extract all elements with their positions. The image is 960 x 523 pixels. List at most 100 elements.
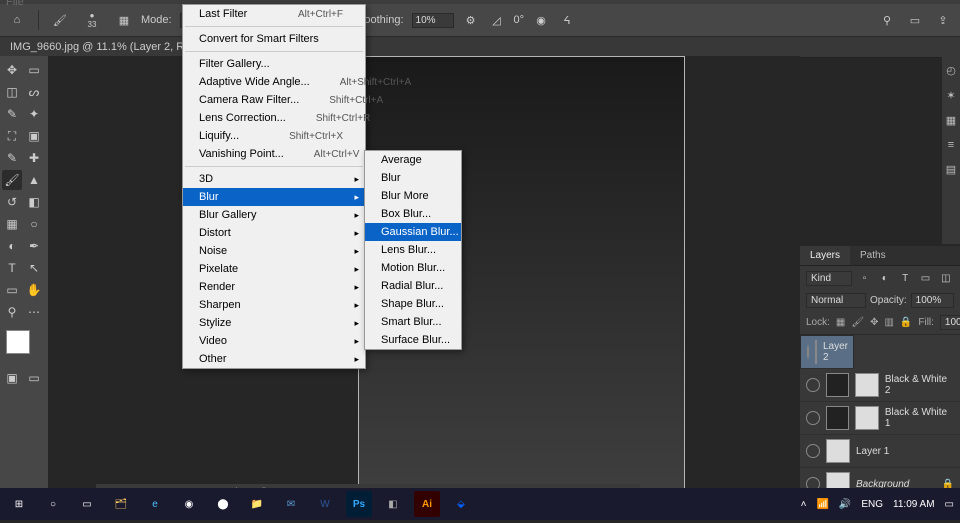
edge-icon[interactable]: e [142, 491, 168, 517]
crop-tool[interactable]: ⛶ [2, 126, 22, 146]
submenu-item[interactable]: Box Blur... [365, 205, 461, 223]
notif-icon[interactable]: ▭ [945, 499, 954, 510]
lock-pos-icon[interactable]: ✥ [870, 317, 878, 328]
workspace-icon[interactable]: ▭ [906, 11, 924, 29]
layer-name[interactable]: Black & White 2 [885, 374, 954, 396]
pressure-icon[interactable]: ◉ [532, 11, 550, 29]
menu-item-stylize[interactable]: Stylize▸ [183, 314, 365, 332]
symmetry-icon[interactable]: ᔦ [558, 11, 576, 29]
mask-thumb[interactable] [855, 406, 879, 430]
blur-tool[interactable]: ○ [24, 214, 44, 234]
lasso-tool[interactable]: ᔕ [24, 82, 44, 102]
menu-item[interactable]: Filter Gallery... [183, 55, 365, 73]
layer-name[interactable]: Layer 1 [856, 446, 889, 457]
foreground-swatch[interactable] [6, 330, 30, 354]
submenu-item[interactable]: Shape Blur... [365, 295, 461, 313]
search-icon[interactable]: ○ [40, 491, 66, 517]
gear-icon[interactable]: ⚙ [462, 11, 480, 29]
pen-tool[interactable]: ✒ [24, 236, 44, 256]
eraser-tool[interactable]: ◧ [24, 192, 44, 212]
kind-select[interactable]: Kind [806, 271, 852, 286]
lock-nest-icon[interactable]: ▥ [884, 317, 893, 328]
path-select-tool[interactable]: ↖ [24, 258, 44, 278]
menu-last-filter[interactable]: Last FilterAlt+Ctrl+F [183, 5, 365, 23]
angle-icon[interactable]: ◿ [488, 11, 506, 29]
share-icon[interactable]: ⇪ [934, 11, 952, 29]
dodge-tool[interactable]: ◐ [2, 236, 22, 256]
chrome-icon[interactable]: ◉ [176, 491, 202, 517]
swatches-icon[interactable]: ▦ [946, 114, 956, 127]
menu-item-sharpen[interactable]: Sharpen▸ [183, 296, 365, 314]
illustrator-icon[interactable]: Ai [414, 491, 440, 517]
lock-all-icon[interactable]: 🔒 [900, 317, 912, 328]
smoothing-input[interactable] [412, 13, 454, 28]
lang-indicator[interactable]: ENG [861, 499, 883, 510]
layer-thumb[interactable] [826, 373, 850, 397]
tray-chevron-icon[interactable]: ˄ [801, 499, 807, 510]
filter-pixel-icon[interactable]: ▫ [856, 269, 872, 287]
opacity-input[interactable]: 100% [911, 293, 954, 308]
panel-icon[interactable]: ✶ [946, 89, 955, 102]
filter-shape-icon[interactable]: ▭ [917, 269, 933, 287]
quick-select-tool[interactable]: ✎ [2, 104, 22, 124]
layer-name[interactable]: Layer 2 [823, 341, 848, 363]
wifi-icon[interactable]: 📶 [816, 499, 828, 510]
task-view-icon[interactable]: ▭ [74, 491, 100, 517]
word-icon[interactable]: W [312, 491, 338, 517]
mask-thumb[interactable] [855, 373, 879, 397]
lock-paint-icon[interactable]: 🖌 [851, 317, 864, 328]
collapsed-panels[interactable]: ◴ ✶ ▦ ≡ ▤ [942, 56, 960, 244]
menu-item-other[interactable]: Other▸ [183, 350, 365, 368]
submenu-item[interactable]: Blur [365, 169, 461, 187]
gradient-tool[interactable]: ▦ [2, 214, 22, 234]
fill-input[interactable]: 100% [940, 315, 960, 330]
brush-tool[interactable]: 🖌 [2, 170, 22, 190]
stamp-tool[interactable]: ▲ [24, 170, 44, 190]
clock[interactable]: 11:09 AM [893, 499, 935, 510]
mail-icon[interactable]: ✉ [278, 491, 304, 517]
layer-thumb[interactable] [826, 406, 850, 430]
layer-thumb[interactable] [826, 439, 850, 463]
tab-layers[interactable]: Layers [800, 246, 850, 265]
marquee-tool[interactable]: ◫ [2, 82, 22, 102]
menu-item-video[interactable]: Video▸ [183, 332, 365, 350]
healing-tool[interactable]: ✚ [24, 148, 44, 168]
submenu-item[interactable]: Blur More [365, 187, 461, 205]
filter-type-icon[interactable]: T [897, 269, 913, 287]
brush-preset[interactable]: ●33 [77, 11, 107, 29]
menu-item-render[interactable]: Render▸ [183, 278, 365, 296]
frame-tool[interactable]: ▣ [24, 126, 44, 146]
menu-file[interactable]: File [6, 0, 24, 8]
panel-icon[interactable]: ◴ [946, 64, 956, 77]
filter-menu[interactable]: Last FilterAlt+Ctrl+F Convert for Smart … [182, 4, 366, 369]
submenu-item[interactable]: Radial Blur... [365, 277, 461, 295]
tab-paths[interactable]: Paths [850, 246, 896, 265]
visibility-icon[interactable] [806, 444, 820, 458]
menu-item[interactable]: Adaptive Wide Angle...Alt+Shift+Ctrl+A [183, 73, 365, 91]
menu-item[interactable]: Vanishing Point...Alt+Ctrl+V [183, 145, 365, 163]
dropbox-icon[interactable]: ⬙ [448, 491, 474, 517]
submenu-item[interactable]: Motion Blur... [365, 259, 461, 277]
menu-item-3d[interactable]: 3D▸ [183, 170, 365, 188]
submenu-item[interactable]: Smart Blur... [365, 313, 461, 331]
visibility-icon[interactable] [806, 411, 820, 425]
app-icon[interactable]: ◧ [380, 491, 406, 517]
start-icon[interactable]: ⊞ [6, 491, 32, 517]
filter-adjust-icon[interactable]: ◐ [877, 269, 893, 287]
layer-row[interactable]: Black & White 1 [800, 402, 960, 435]
layer-row[interactable]: Layer 1 [800, 435, 960, 468]
menu-item-noise[interactable]: Noise▸ [183, 242, 365, 260]
menu-item[interactable]: Liquify...Shift+Ctrl+X [183, 127, 365, 145]
submenu-item[interactable]: Surface Blur... [365, 331, 461, 349]
quickmask-icon[interactable]: ▣ [2, 368, 22, 388]
artboard-tool[interactable]: ▭ [24, 60, 44, 80]
layer-row[interactable]: Layer 2 [800, 335, 854, 369]
photoshop-icon[interactable]: Ps [346, 491, 372, 517]
menu-item[interactable]: Lens Correction...Shift+Ctrl+R [183, 109, 365, 127]
rectangle-tool[interactable]: ▭ [2, 280, 22, 300]
panel-icon[interactable]: ≡ [948, 139, 954, 151]
layer-row[interactable]: Black & White 2 [800, 369, 960, 402]
hand-tool[interactable]: ✋ [24, 280, 44, 300]
document-tab[interactable]: IMG_9660.jpg @ 11.1% (Layer 2, R [0, 37, 960, 58]
type-tool[interactable]: T [2, 258, 22, 278]
